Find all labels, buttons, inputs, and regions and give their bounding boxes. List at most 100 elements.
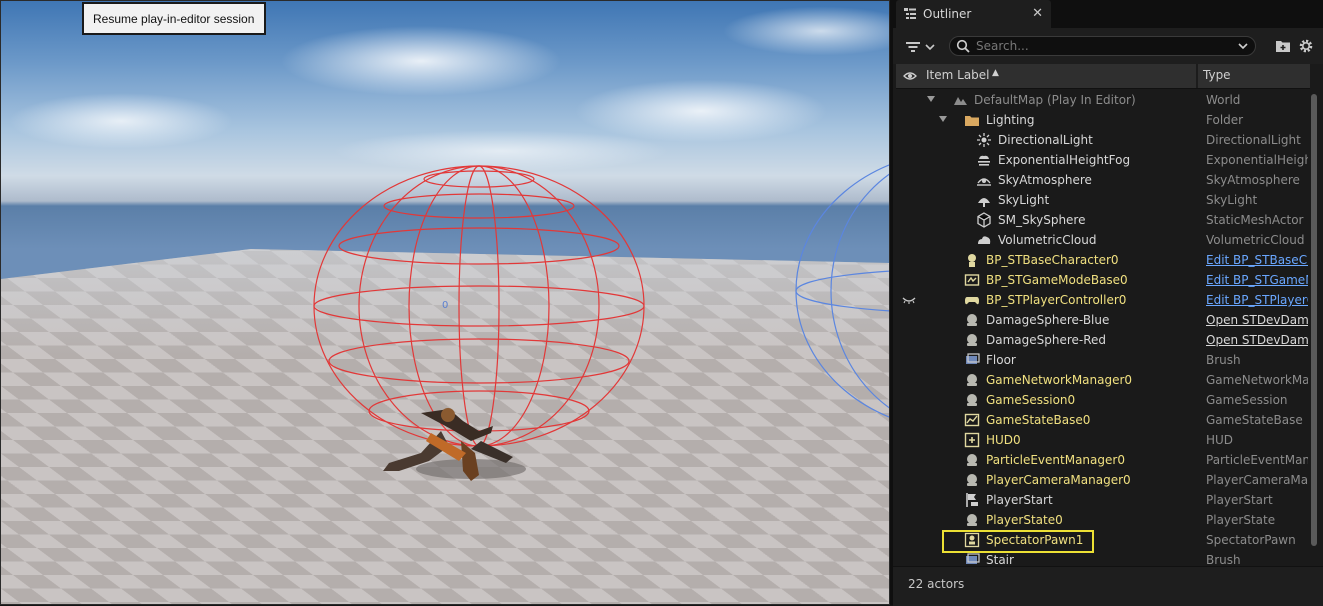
outliner-row[interactable]: GameSession0 GameSession <box>896 390 1310 410</box>
row-type: VolumetricCloud <box>1206 233 1305 247</box>
row-label: PlayerState0 <box>986 513 1063 527</box>
tab-outliner-label: Outliner <box>923 7 972 21</box>
folder-icon <box>965 116 979 126</box>
actor-count: 22 actors <box>908 577 965 591</box>
outliner-row[interactable]: BP_STGameModeBase0 Edit BP_STGameM <box>896 270 1310 290</box>
outliner-row[interactable]: BP_STBaseCharacter0 Edit BP_STBaseCh <box>896 250 1310 270</box>
outliner-row[interactable]: Stair Brush <box>896 550 1310 566</box>
add-folder-icon[interactable] <box>1275 38 1291 54</box>
row-label: Lighting <box>986 113 1035 127</box>
column-item-label[interactable]: Item Label <box>926 68 990 82</box>
row-type-link[interactable]: Edit BP_STPlayerC <box>1206 293 1308 307</box>
outliner-tab-bar: Outliner ✕ <box>893 0 1323 28</box>
hud-icon <box>964 432 980 448</box>
row-type: ParticleEventMana <box>1206 453 1308 467</box>
directional-light-icon <box>977 133 991 147</box>
tab-outliner[interactable]: Outliner ✕ <box>896 0 1051 28</box>
row-label: GameSession0 <box>986 393 1076 407</box>
row-label: SkyAtmosphere <box>998 173 1092 187</box>
outliner-row[interactable]: ExponentialHeightFog ExponentialHeight <box>896 150 1310 170</box>
row-type-link[interactable]: Edit BP_STBaseCh <box>1206 253 1308 267</box>
scrollbar-thumb[interactable] <box>1311 94 1317 546</box>
column-divider[interactable] <box>1196 64 1198 88</box>
close-icon[interactable]: ✕ <box>1032 6 1043 21</box>
row-type: GameNetworkMan <box>1206 373 1308 387</box>
column-type[interactable]: Type <box>1203 68 1231 82</box>
row-label: DamageSphere-Red <box>986 333 1107 347</box>
row-type-link[interactable]: Open STDevDama <box>1206 333 1308 347</box>
outliner-row[interactable]: DamageSphere-Blue Open STDevDama <box>896 310 1310 330</box>
outliner-row[interactable]: DefaultMap (Play In Editor) World <box>896 90 1310 110</box>
row-type: Brush <box>1206 353 1241 367</box>
outliner-row[interactable]: DamageSphere-Red Open STDevDama <box>896 330 1310 350</box>
eye-icon[interactable] <box>903 69 917 83</box>
gear-icon[interactable] <box>1298 38 1314 54</box>
row-type: PlayerStart <box>1206 493 1273 507</box>
outliner-column-header: Item Label ▲ Type <box>896 64 1310 89</box>
resume-pie-tooltip: Resume play-in-editor session <box>82 2 266 35</box>
outliner-row[interactable]: BP_STPlayerController0 Edit BP_STPlayerC <box>896 290 1310 310</box>
row-label: ParticleEventManager0 <box>986 453 1125 467</box>
row-type: ExponentialHeight <box>1206 153 1308 167</box>
game-mode-icon <box>964 274 980 286</box>
outliner-row[interactable]: SpectatorPawn1 SpectatorPawn <box>896 530 1310 550</box>
outliner-row[interactable]: Floor Brush <box>896 350 1310 370</box>
outliner-row[interactable]: DirectionalLight DirectionalLight <box>896 130 1310 150</box>
outliner-row[interactable]: SM_SkySphere StaticMeshActor <box>896 210 1310 230</box>
spectator-pawn-icon <box>964 532 980 548</box>
sort-ascending-icon: ▲ <box>992 68 999 78</box>
outliner-row[interactable]: PlayerStart PlayerStart <box>896 490 1310 510</box>
sky-light-icon <box>978 198 990 207</box>
row-label: ExponentialHeightFog <box>998 153 1131 167</box>
row-label: BP_STGameModeBase0 <box>986 273 1128 287</box>
row-type: GameStateBase <box>1206 413 1303 427</box>
expand-arrow-icon[interactable] <box>926 94 936 104</box>
row-type: World <box>1206 93 1241 107</box>
hidden-eye-icon[interactable] <box>902 294 916 306</box>
actor-icon <box>967 514 977 526</box>
outliner-row[interactable]: Lighting Folder <box>896 110 1310 130</box>
outliner-tree: DefaultMap (Play In Editor) World Lighting… <box>896 90 1310 566</box>
row-label: PlayerStart <box>986 493 1053 507</box>
actor-icon <box>967 394 977 406</box>
level-viewport[interactable]: 0 Resume play-in-editor session <box>0 0 890 605</box>
sky-atmosphere-icon <box>977 178 991 186</box>
actor-icon <box>967 314 977 326</box>
filter-icon <box>906 42 920 52</box>
search-box <box>949 36 1256 56</box>
row-label: Floor <box>986 353 1016 367</box>
row-type-link[interactable]: Open STDevDama <box>1206 313 1308 327</box>
row-label: SM_SkySphere <box>998 213 1086 227</box>
actor-icon <box>967 334 977 346</box>
row-type: PlayerState <box>1206 513 1276 527</box>
outliner-row[interactable]: SkyAtmosphere SkyAtmosphere <box>896 170 1310 190</box>
row-label: SkyLight <box>998 193 1050 207</box>
search-input[interactable] <box>976 39 1236 53</box>
outliner-scrollbar[interactable] <box>1310 92 1318 562</box>
row-type: Brush <box>1206 553 1241 566</box>
expand-arrow-icon[interactable] <box>938 114 948 124</box>
character-icon <box>968 254 976 267</box>
outliner-row[interactable]: PlayerCameraManager0 PlayerCameraMan <box>896 470 1310 490</box>
filter-button[interactable] <box>905 38 939 56</box>
outliner-icon <box>904 8 916 19</box>
row-type-link[interactable]: Edit BP_STGameM <box>1206 273 1308 287</box>
brush-icon <box>966 553 980 564</box>
outliner-row[interactable]: PlayerState0 PlayerState <box>896 510 1310 530</box>
row-label: DefaultMap (Play In Editor) <box>974 93 1136 107</box>
row-type: PlayerCameraMan <box>1206 473 1308 487</box>
row-type: SkyAtmosphere <box>1206 173 1300 187</box>
outliner-row[interactable]: GameStateBase0 GameStateBase <box>896 410 1310 430</box>
row-type: SpectatorPawn <box>1206 533 1296 547</box>
outliner-row[interactable]: GameNetworkManager0 GameNetworkMan <box>896 370 1310 390</box>
outliner-row[interactable]: HUD0 HUD <box>896 430 1310 450</box>
outliner-toolbar <box>893 28 1323 64</box>
outliner-row[interactable]: SkyLight SkyLight <box>896 190 1310 210</box>
search-history-chevron-icon[interactable] <box>1236 39 1250 53</box>
outliner-row[interactable]: ParticleEventManager0 ParticleEventMana <box>896 450 1310 470</box>
player-start-icon <box>966 493 978 507</box>
chevron-down-icon <box>925 44 935 51</box>
outliner-row[interactable]: VolumetricCloud VolumetricCloud <box>896 230 1310 250</box>
actor-icon <box>967 474 977 486</box>
static-mesh-icon <box>977 212 991 228</box>
